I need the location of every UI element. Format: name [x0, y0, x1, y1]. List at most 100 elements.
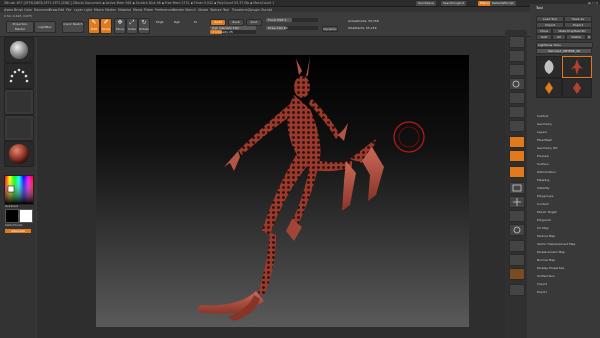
quicksave-button[interactable]: QuickSave [416, 0, 436, 6]
material-selector[interactable] [4, 141, 34, 167]
mrgb-toggle[interactable]: Mrgb [156, 20, 164, 24]
projection-master-button[interactable]: Projection Master [6, 21, 34, 33]
section-export[interactable]: Export [537, 290, 547, 294]
menu-marker[interactable]: Marker [105, 8, 116, 12]
menu-edit[interactable]: Edit [58, 8, 64, 12]
brush-selector[interactable] [4, 37, 34, 63]
menu-stroke[interactable]: Stroke [198, 8, 208, 12]
draw-button[interactable]: ✐ Draw [100, 18, 112, 34]
menu-zscript[interactable]: Zscript [261, 8, 272, 12]
aahalf-button[interactable] [509, 106, 525, 118]
menu-light[interactable]: Light [84, 8, 92, 12]
floor-button[interactable] [509, 136, 525, 148]
section-unified-skin[interactable]: Unified Skin [537, 274, 555, 278]
document-canvas[interactable] [96, 55, 469, 327]
section-normal-map[interactable]: Normal Map [537, 258, 555, 262]
section-preview[interactable]: Preview [537, 154, 549, 158]
draw-size-slider[interactable]: Draw Size 64 [266, 26, 318, 30]
zadd-button[interactable]: Zadd [210, 19, 226, 26]
quick-sketch-button[interactable]: Quick Sketch [62, 21, 84, 33]
section-uv-map[interactable]: UV Map [537, 226, 549, 230]
menu-alpha[interactable]: Alpha [4, 8, 13, 12]
section-morph-target[interactable]: Morph Target [537, 210, 557, 214]
scale-view-button[interactable] [509, 210, 525, 222]
menu-file[interactable]: File [66, 8, 71, 12]
menu-texture[interactable]: Texture [210, 8, 222, 12]
lightbox-button[interactable]: LightBox [34, 21, 56, 33]
xpose-button[interactable] [509, 284, 525, 296]
section-display-properties[interactable]: Display Properties [537, 266, 564, 270]
menu-color[interactable]: Color [24, 8, 32, 12]
zcut-button[interactable]: Zcut [246, 19, 262, 26]
menu-macro[interactable]: Macro [94, 8, 104, 12]
goz-r-button[interactable]: R [586, 34, 592, 40]
section-visibility[interactable]: Visibility [537, 186, 550, 190]
main-color-swatch[interactable] [19, 209, 33, 223]
tool-thumb-simplebrush[interactable] [536, 56, 562, 78]
menu-draw[interactable]: Draw [49, 8, 57, 12]
menu-picker[interactable]: Picker [144, 8, 154, 12]
menu-preferences[interactable]: Preferences [155, 8, 174, 12]
color-picker[interactable] [4, 175, 34, 205]
section-polypaint[interactable]: Polypaint [537, 218, 551, 222]
section-polygroups[interactable]: Polygroups [537, 194, 553, 198]
move-button[interactable]: ✥ Move [114, 18, 126, 34]
goz-visible-button[interactable]: Visible [566, 34, 586, 40]
section-masking[interactable]: Masking [537, 178, 549, 182]
edit-button[interactable]: ✎ Edit [88, 18, 100, 34]
section-subtool[interactable]: Subtool [537, 114, 548, 118]
goz-button[interactable]: GoZ [536, 34, 552, 40]
menu-material[interactable]: Material [118, 8, 131, 12]
alpha-selector[interactable] [4, 89, 34, 115]
bpr-button[interactable] [509, 36, 525, 48]
current-tool-slider[interactable]: Mermaid_SPHERE_48 [536, 48, 592, 54]
scroll-button[interactable] [509, 64, 525, 76]
tool-thumb-mermaid[interactable] [562, 56, 592, 78]
menu-brush[interactable]: Brush [14, 8, 23, 12]
polyf-button[interactable] [509, 240, 525, 252]
solo-button[interactable] [509, 268, 525, 280]
default-zscript-button[interactable]: DefaultZScript [490, 0, 516, 6]
actual-button[interactable] [509, 92, 525, 104]
menu-stencil[interactable]: Stencil [185, 8, 196, 12]
see-through-slider[interactable]: See-through 0 [441, 0, 467, 6]
menu-transform[interactable]: Transform [232, 8, 248, 12]
texture-selector[interactable] [4, 115, 34, 141]
secondary-color-swatch[interactable] [5, 209, 19, 223]
rotate-button[interactable]: ↻ Rotate [138, 18, 150, 34]
alternate-button[interactable]: Alternate [5, 229, 31, 233]
xyz-button[interactable] [509, 166, 525, 178]
persp-button[interactable] [509, 120, 525, 132]
menu-layer[interactable]: Layer [74, 8, 83, 12]
section-contact[interactable]: Contact [537, 202, 549, 206]
section-displacement-map[interactable]: Displacement Map [537, 250, 565, 254]
spix-button[interactable] [509, 50, 525, 62]
gradient-label[interactable]: Gradient [5, 204, 18, 208]
move-view-button[interactable] [509, 196, 525, 208]
section-surface[interactable]: Surface [537, 162, 548, 166]
switch-color-button[interactable]: SwitchColor [5, 223, 23, 227]
section-import[interactable]: Import [537, 282, 547, 286]
section-geometry[interactable]: Geometry [537, 122, 552, 126]
m-toggle[interactable]: M [194, 20, 197, 24]
stroke-selector[interactable] [4, 63, 34, 89]
tool-thumb-polymesh[interactable] [562, 78, 592, 98]
rotate-view-button[interactable] [509, 224, 525, 236]
transp-button[interactable] [509, 254, 525, 266]
zsub-button[interactable]: Zsub [228, 19, 244, 26]
menu-render[interactable]: Render [173, 8, 184, 12]
section-vector-displacement-map[interactable]: Vector Displacement Map [537, 242, 575, 246]
menu-zplugin[interactable]: Zplugin [248, 8, 260, 12]
section-fibermesh[interactable]: FiberMesh [537, 138, 552, 142]
scale-button[interactable]: ⤢ Scale [126, 18, 138, 34]
section-deformation[interactable]: Deformation [537, 170, 556, 174]
zoom-button[interactable] [509, 78, 525, 90]
rgb-toggle[interactable]: Rgb [174, 20, 180, 24]
section-geometry-hd[interactable]: Geometry HD [537, 146, 557, 150]
tool-thumb-cylinder[interactable] [536, 78, 562, 98]
menu-tool[interactable]: Tool [223, 8, 229, 12]
frame-button[interactable] [509, 182, 525, 194]
menu-movie[interactable]: Movie [133, 8, 142, 12]
section-texture-map[interactable]: Texture Map [537, 234, 555, 238]
local-button[interactable] [509, 150, 525, 162]
